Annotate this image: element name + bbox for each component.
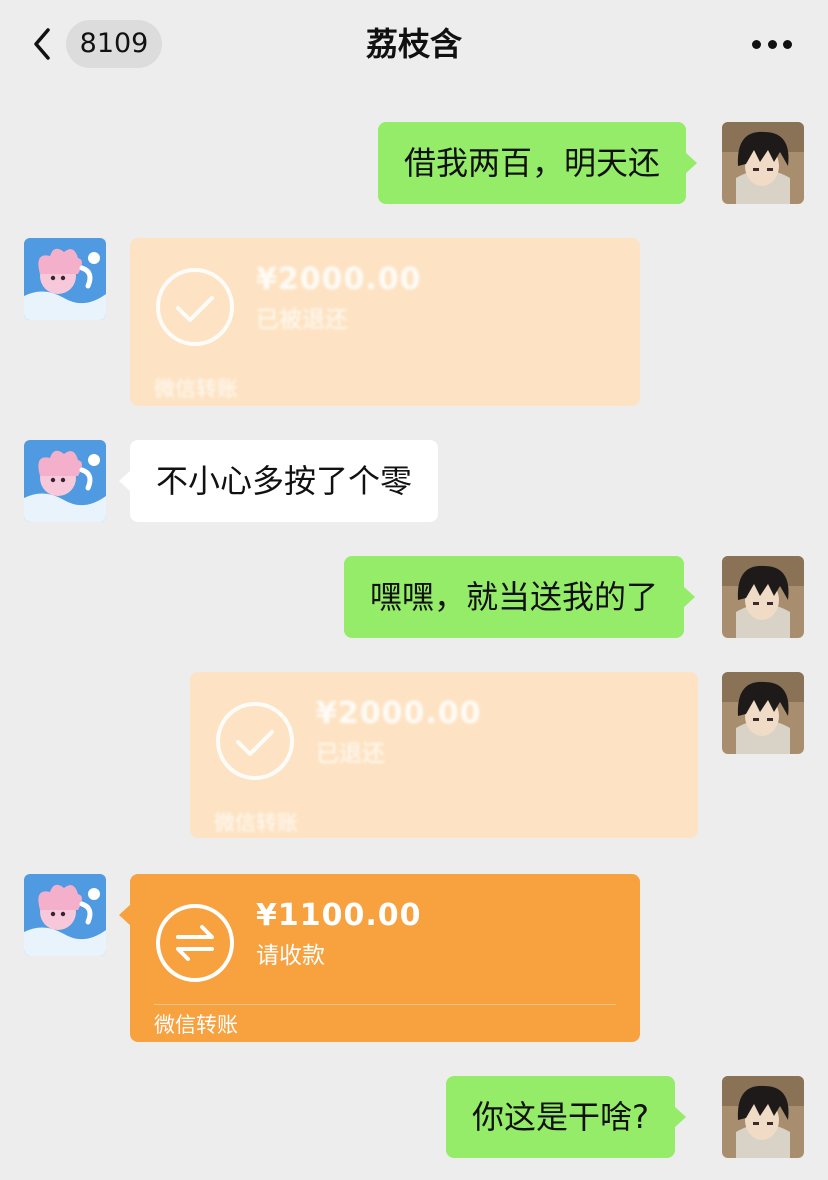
transfer-footer-label: 微信转账 <box>214 811 298 835</box>
my-avatar[interactable] <box>722 1076 804 1158</box>
check-circle-icon <box>214 700 296 782</box>
check-circle-icon <box>154 266 236 348</box>
transfer-card-returned[interactable]: ¥2000.00 已退还 微信转账 <box>190 672 698 838</box>
received-message-bubble[interactable]: 不小心多按了个零 <box>118 440 439 522</box>
contact-name-title: 荔枝含 <box>365 25 462 63</box>
sent-message-bubble[interactable]: 你这是干啥? <box>446 1076 686 1158</box>
transfer-status: 请收款 <box>256 943 325 969</box>
my-avatar[interactable] <box>722 122 804 204</box>
chat-header: 8109 荔枝含 <box>0 0 828 90</box>
transfer-amount: ¥1100.00 <box>256 898 422 933</box>
more-dots-icon[interactable] <box>752 38 792 50</box>
transfer-footer-label: 微信转账 <box>154 377 238 401</box>
my-avatar[interactable] <box>722 672 804 754</box>
transfer-card-pending[interactable]: ¥1100.00 请收款 微信转账 <box>119 874 640 1042</box>
transfer-divider <box>154 1004 616 1005</box>
transfer-card-returned[interactable]: ¥2000.00 已被退还 微信转账 <box>130 238 640 406</box>
transfer-arrows-icon <box>154 902 236 984</box>
transfer-status: 已退还 <box>316 741 385 767</box>
transfer-amount: ¥2000.00 <box>256 262 422 297</box>
contact-avatar[interactable] <box>24 440 106 522</box>
contact-avatar[interactable] <box>24 238 106 320</box>
my-avatar[interactable] <box>722 556 804 638</box>
sent-message-bubble[interactable]: 借我两百，明天还 <box>378 122 698 204</box>
transfer-amount: ¥2000.00 <box>316 696 482 731</box>
transfer-footer-label: 微信转账 <box>154 1013 238 1037</box>
sent-message-bubble[interactable]: 嘿嘿，就当送我的了 <box>344 556 696 638</box>
transfer-status: 已被退还 <box>256 307 348 333</box>
contact-avatar[interactable] <box>24 874 106 956</box>
